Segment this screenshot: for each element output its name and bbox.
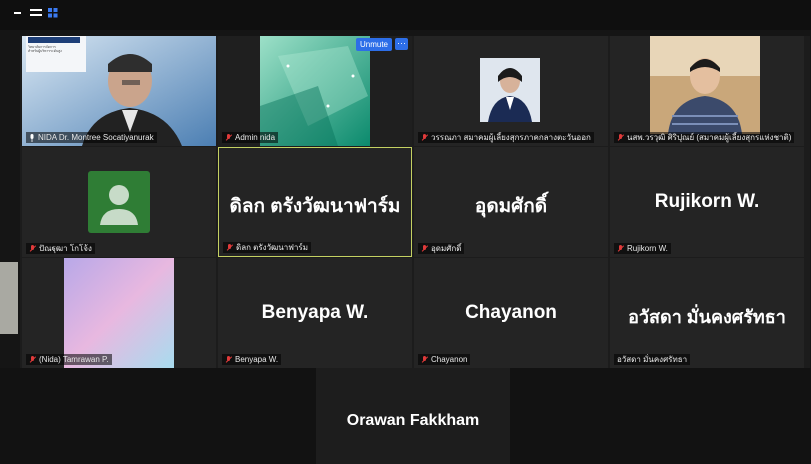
side-thumbnail: [0, 262, 18, 334]
participant-label: ดิลก ตรังวัฒนาฟาร์ม: [223, 242, 311, 253]
participant-name: Chayanon: [431, 355, 468, 364]
participant-label: Chayanon: [418, 354, 471, 365]
participant-display-name: Orawan Fakkham: [346, 412, 480, 429]
participant-tile[interactable]: ปัณฐุฒา โกโจ้ง: [22, 147, 216, 257]
participant-name: Admin nida: [235, 133, 276, 142]
more-options-button[interactable]: ···: [395, 38, 408, 50]
participant-display-name: Rujikorn W.: [654, 191, 760, 212]
participant-name: Rujikorn W.: [627, 244, 668, 253]
mic-icon: [30, 133, 34, 142]
participant-label: นสพ.วรวุฒิ ศิริปุณย์ (สมาคมผู้เลี้ยงสุกร…: [614, 132, 795, 143]
participant-display-name: ดิลก ตรังวัฒนาฟาร์ม: [229, 196, 401, 218]
participant-label: (Nida) Tamrawan P.: [26, 354, 112, 365]
mic-muted-icon: [29, 355, 36, 364]
slide-text-line: สำหรับผู้บริหารระดับสูง: [28, 49, 62, 53]
participant-video-image: [480, 58, 540, 122]
unmute-button[interactable]: Unmute: [355, 38, 392, 51]
participant-label: ปัณฐุฒา โกโจ้ง: [26, 243, 95, 254]
participant-display-name: อุดมศักดิ์: [474, 196, 548, 217]
participant-tile[interactable]: (Nida) Tamrawan P.: [22, 258, 216, 368]
participant-tile[interactable]: วรรณภา สมาคมผู้เลี้ยงสุกรภาคกลางตะวันออก: [414, 36, 608, 146]
participant-label: อุดมศักดิ์: [418, 243, 465, 254]
default-avatar-icon: [88, 171, 150, 233]
participant-video-image: [650, 36, 760, 134]
participant-display-name: Chayanon: [465, 302, 557, 323]
participant-name: (Nida) Tamrawan P.: [39, 355, 109, 364]
slide-text: วิทยาลัยการจัดการ สำหรับผู้บริหารระดับสู…: [28, 45, 62, 53]
participant-tile[interactable]: นสพ.วรวุฒิ ศิริปุณย์ (สมาคมผู้เลี้ยงสุกร…: [610, 36, 804, 146]
participant-name: NIDA Dr. Montree Socatiyanurak: [38, 133, 154, 142]
participant-name: อุดมศักดิ์: [431, 244, 462, 253]
mic-muted-icon: [225, 355, 232, 364]
mic-muted-icon: [617, 133, 624, 142]
participant-label: Admin nida: [222, 132, 279, 143]
participant-name: อวัสดา มั่นคงศรัทธา: [617, 355, 688, 364]
mic-muted-icon: [421, 244, 428, 253]
participant-label: อวัสดา มั่นคงศรัทธา: [614, 354, 691, 365]
participant-tile[interactable]: อวัสดา มั่นคงศรัทธา อวัสดา มั่นคงศรัทธา: [610, 258, 804, 368]
participant-name: วรรณภา สมาคมผู้เลี้ยงสุกรภาคกลางตะวันออก: [431, 133, 591, 142]
gallery-view-icon[interactable]: [48, 8, 58, 18]
mic-muted-icon: [421, 355, 428, 364]
participant-label: Benyapa W.: [222, 354, 282, 365]
participant-display-name: อวัสดา มั่นคงศรัทธา: [628, 307, 786, 327]
participant-tile[interactable]: Rujikorn W. Rujikorn W.: [610, 147, 804, 257]
participant-name: นสพ.วรวุฒิ ศิริปุณย์ (สมาคมผู้เลี้ยงสุกร…: [627, 133, 792, 142]
participant-display-name: Benyapa W.: [261, 302, 369, 323]
participant-label: วรรณภา สมาคมผู้เลี้ยงสุกรภาคกลางตะวันออก: [418, 132, 594, 143]
mic-muted-icon: [29, 244, 36, 253]
participant-tile[interactable]: Benyapa W. Benyapa W.: [218, 258, 412, 368]
participant-tile[interactable]: วิทยาลัยการจัดการ สำหรับผู้บริหารระดับสู…: [22, 36, 216, 146]
participant-tile[interactable]: Orawan Fakkham: [316, 368, 510, 464]
participant-name: ดิลก ตรังวัฒนาฟาร์ม: [236, 243, 308, 252]
gallery-grid: วิทยาลัยการจัดการ สำหรับผู้บริหารระดับสู…: [20, 36, 810, 368]
participant-tile-active-speaker[interactable]: ดิลก ตรังวัฒนาฟาร์ม ดิลก ตรังวัฒนาฟาร์ม: [218, 147, 412, 257]
title-bar: [0, 0, 811, 30]
participant-tile[interactable]: อุดมศักดิ์ อุดมศักดิ์: [414, 147, 608, 257]
participant-tile[interactable]: Chayanon Chayanon: [414, 258, 608, 368]
participant-label: Rujikorn W.: [614, 243, 671, 254]
participant-tile[interactable]: Unmute ··· Admin nida: [218, 36, 412, 146]
fullscreen-icon[interactable]: [30, 9, 42, 17]
participant-label: NIDA Dr. Montree Socatiyanurak: [26, 132, 157, 143]
bottom-strip: Orawan Fakkham: [0, 368, 811, 464]
participant-name: ปัณฐุฒา โกโจ้ง: [39, 244, 92, 253]
minimize-icon[interactable]: [14, 12, 21, 15]
participant-video-image: [260, 36, 370, 146]
mic-muted-icon: [617, 244, 624, 253]
participant-video-image: [64, 258, 174, 368]
mic-muted-icon: [226, 243, 233, 252]
mic-muted-icon: [225, 133, 232, 142]
participant-name: Benyapa W.: [235, 355, 279, 364]
mic-muted-icon: [421, 133, 428, 142]
